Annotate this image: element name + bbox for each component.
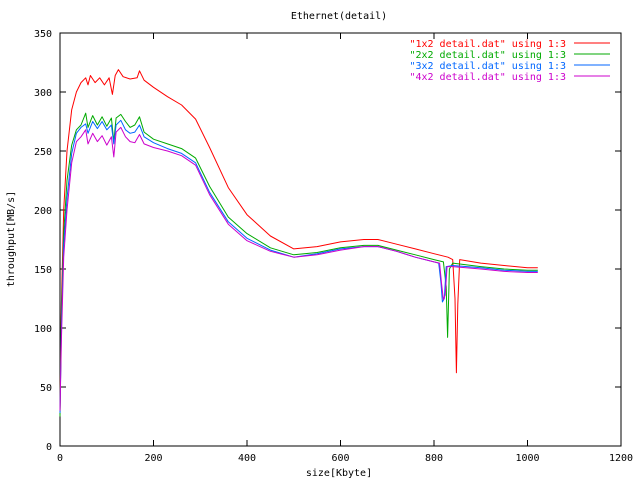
y-tick-label: 0 bbox=[46, 442, 52, 453]
x-tick-label: 1200 bbox=[609, 453, 633, 464]
x-axis-label: size[Kbyte] bbox=[306, 468, 372, 479]
legend-label-2: "2x2 detail.dat" using 1:3 bbox=[409, 50, 566, 61]
y-tick-label: 150 bbox=[34, 265, 52, 276]
x-tick-label: 0 bbox=[57, 453, 63, 464]
y-tick-label: 100 bbox=[34, 324, 52, 335]
y-tick-label: 350 bbox=[34, 29, 52, 40]
y-tick-label: 250 bbox=[34, 147, 52, 158]
line-chart: Ethernet(detail) 0 200 400 600 800 1000 1200 0… bbox=[0, 0, 640, 480]
legend-label-3: "3x2 detail.dat" using 1:3 bbox=[409, 61, 566, 72]
y-tick-label: 50 bbox=[40, 383, 52, 394]
y-axis-label: throughput[MB/s] bbox=[6, 191, 17, 287]
x-tick-label: 600 bbox=[331, 453, 349, 464]
x-tick-label: 400 bbox=[238, 453, 256, 464]
legend-label-4: "4x2 detail.dat" using 1:3 bbox=[409, 72, 566, 83]
x-tick-label: 200 bbox=[144, 453, 162, 464]
x-tick-label: 1000 bbox=[515, 453, 539, 464]
legend-label-1: "1x2 detail.dat" using 1:3 bbox=[409, 39, 566, 50]
y-tick-label: 200 bbox=[34, 206, 52, 217]
chart-title: Ethernet(detail) bbox=[291, 11, 387, 22]
y-tick-label: 300 bbox=[34, 88, 52, 99]
x-tick-label: 800 bbox=[425, 453, 443, 464]
